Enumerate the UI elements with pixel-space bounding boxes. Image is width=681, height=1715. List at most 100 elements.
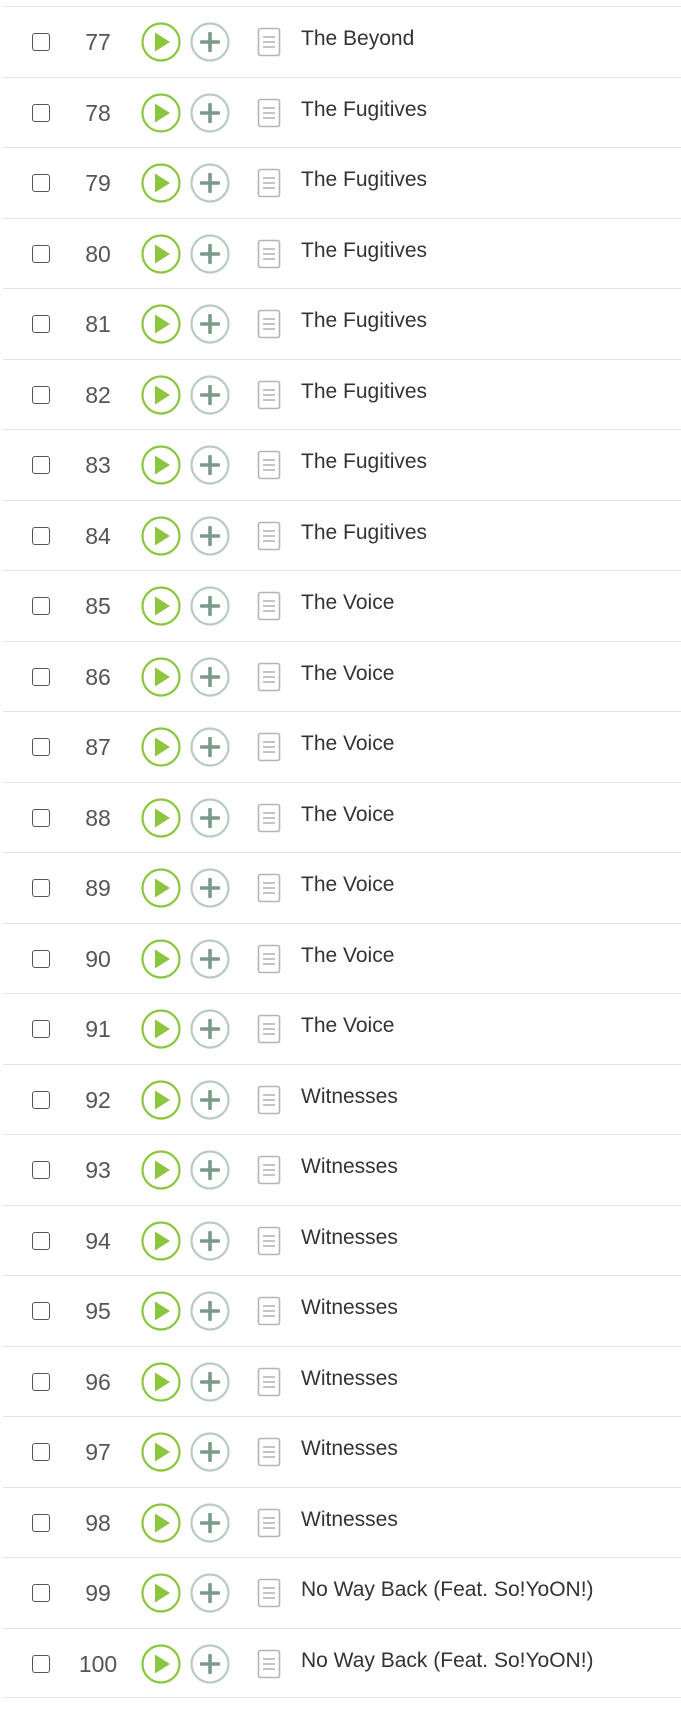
- lyrics-button[interactable]: [257, 1085, 281, 1115]
- add-to-playlist-button[interactable]: [190, 92, 230, 133]
- add-to-playlist-button[interactable]: [190, 515, 230, 556]
- add-to-playlist-button[interactable]: [190, 1220, 230, 1261]
- add-to-playlist-button[interactable]: [190, 797, 230, 838]
- track-title[interactable]: The Fugitives: [301, 239, 427, 263]
- lyrics-button[interactable]: [257, 1649, 281, 1679]
- lyrics-button[interactable]: [257, 27, 281, 57]
- select-checkbox[interactable]: [32, 1513, 50, 1532]
- select-checkbox[interactable]: [32, 879, 50, 897]
- track-title[interactable]: No Way Back (Feat. So!YoON!): [301, 1649, 594, 1673]
- add-to-playlist-button[interactable]: [190, 938, 230, 979]
- play-button[interactable]: [141, 727, 181, 767]
- add-to-playlist-button[interactable]: [190, 22, 230, 62]
- lyrics-button[interactable]: [257, 380, 281, 410]
- lyrics-button[interactable]: [257, 1155, 281, 1185]
- add-to-playlist-button[interactable]: [190, 656, 230, 697]
- lyrics-button[interactable]: [257, 732, 281, 762]
- play-button[interactable]: [141, 374, 181, 415]
- track-title[interactable]: Witnesses: [301, 1226, 398, 1250]
- track-title[interactable]: Witnesses: [301, 1437, 398, 1461]
- add-to-playlist-button[interactable]: [190, 1573, 230, 1613]
- play-button[interactable]: [141, 515, 181, 556]
- select-checkbox[interactable]: [32, 1090, 50, 1109]
- lyrics-button[interactable]: [257, 803, 281, 833]
- track-title[interactable]: The Voice: [301, 662, 394, 686]
- select-checkbox[interactable]: [32, 1443, 50, 1461]
- select-checkbox[interactable]: [32, 1584, 50, 1602]
- play-button[interactable]: [141, 1150, 181, 1190]
- select-checkbox[interactable]: [32, 808, 50, 827]
- play-button[interactable]: [141, 1079, 181, 1120]
- select-checkbox[interactable]: [32, 1654, 50, 1673]
- add-to-playlist-button[interactable]: [190, 1150, 230, 1190]
- select-checkbox[interactable]: [32, 1020, 50, 1038]
- lyrics-button[interactable]: [257, 309, 281, 339]
- lyrics-button[interactable]: [257, 521, 281, 551]
- lyrics-button[interactable]: [257, 1437, 281, 1467]
- lyrics-button[interactable]: [257, 1508, 281, 1538]
- lyrics-button[interactable]: [257, 168, 281, 198]
- track-title[interactable]: The Voice: [301, 1014, 394, 1038]
- play-button[interactable]: [141, 1220, 181, 1261]
- add-to-playlist-button[interactable]: [190, 445, 230, 485]
- select-checkbox[interactable]: [32, 949, 50, 968]
- select-checkbox[interactable]: [32, 738, 50, 756]
- play-button[interactable]: [141, 1573, 181, 1613]
- lyrics-button[interactable]: [257, 662, 281, 692]
- add-to-playlist-button[interactable]: [190, 1502, 230, 1543]
- play-button[interactable]: [141, 163, 181, 203]
- select-checkbox[interactable]: [32, 1372, 50, 1391]
- play-button[interactable]: [141, 304, 181, 344]
- add-to-playlist-button[interactable]: [190, 1291, 230, 1331]
- play-button[interactable]: [141, 1361, 181, 1402]
- select-checkbox[interactable]: [32, 597, 50, 615]
- select-checkbox[interactable]: [32, 1231, 50, 1250]
- add-to-playlist-button[interactable]: [190, 374, 230, 415]
- track-title[interactable]: The Fugitives: [301, 168, 427, 192]
- select-checkbox[interactable]: [32, 315, 50, 333]
- add-to-playlist-button[interactable]: [190, 586, 230, 626]
- add-to-playlist-button[interactable]: [190, 1361, 230, 1402]
- play-button[interactable]: [141, 445, 181, 485]
- add-to-playlist-button[interactable]: [190, 233, 230, 274]
- track-title[interactable]: Witnesses: [301, 1155, 398, 1179]
- play-button[interactable]: [141, 1009, 181, 1049]
- select-checkbox[interactable]: [32, 174, 50, 192]
- add-to-playlist-button[interactable]: [190, 868, 230, 908]
- play-button[interactable]: [141, 1643, 181, 1684]
- track-title[interactable]: The Fugitives: [301, 98, 427, 122]
- play-button[interactable]: [141, 1432, 181, 1472]
- track-title[interactable]: The Voice: [301, 944, 394, 968]
- add-to-playlist-button[interactable]: [190, 1009, 230, 1049]
- play-button[interactable]: [141, 233, 181, 274]
- track-title[interactable]: Witnesses: [301, 1296, 398, 1320]
- add-to-playlist-button[interactable]: [190, 163, 230, 203]
- lyrics-button[interactable]: [257, 1226, 281, 1256]
- add-to-playlist-button[interactable]: [190, 1079, 230, 1120]
- play-button[interactable]: [141, 938, 181, 979]
- lyrics-button[interactable]: [257, 239, 281, 269]
- track-title[interactable]: The Voice: [301, 732, 394, 756]
- play-button[interactable]: [141, 1502, 181, 1543]
- select-checkbox[interactable]: [32, 33, 50, 51]
- play-button[interactable]: [141, 586, 181, 626]
- track-title[interactable]: Witnesses: [301, 1367, 398, 1391]
- select-checkbox[interactable]: [32, 103, 50, 122]
- lyrics-button[interactable]: [257, 1578, 281, 1608]
- track-title[interactable]: The Voice: [301, 873, 394, 897]
- add-to-playlist-button[interactable]: [190, 1643, 230, 1684]
- lyrics-button[interactable]: [257, 450, 281, 480]
- select-checkbox[interactable]: [32, 385, 50, 404]
- play-button[interactable]: [141, 656, 181, 697]
- track-title[interactable]: The Beyond: [301, 27, 414, 51]
- track-title[interactable]: Witnesses: [301, 1508, 398, 1532]
- add-to-playlist-button[interactable]: [190, 727, 230, 767]
- select-checkbox[interactable]: [32, 1302, 50, 1320]
- play-button[interactable]: [141, 797, 181, 838]
- add-to-playlist-button[interactable]: [190, 304, 230, 344]
- play-button[interactable]: [141, 1291, 181, 1331]
- track-title[interactable]: Witnesses: [301, 1085, 398, 1109]
- lyrics-button[interactable]: [257, 873, 281, 903]
- select-checkbox[interactable]: [32, 244, 50, 263]
- track-title[interactable]: The Fugitives: [301, 521, 427, 545]
